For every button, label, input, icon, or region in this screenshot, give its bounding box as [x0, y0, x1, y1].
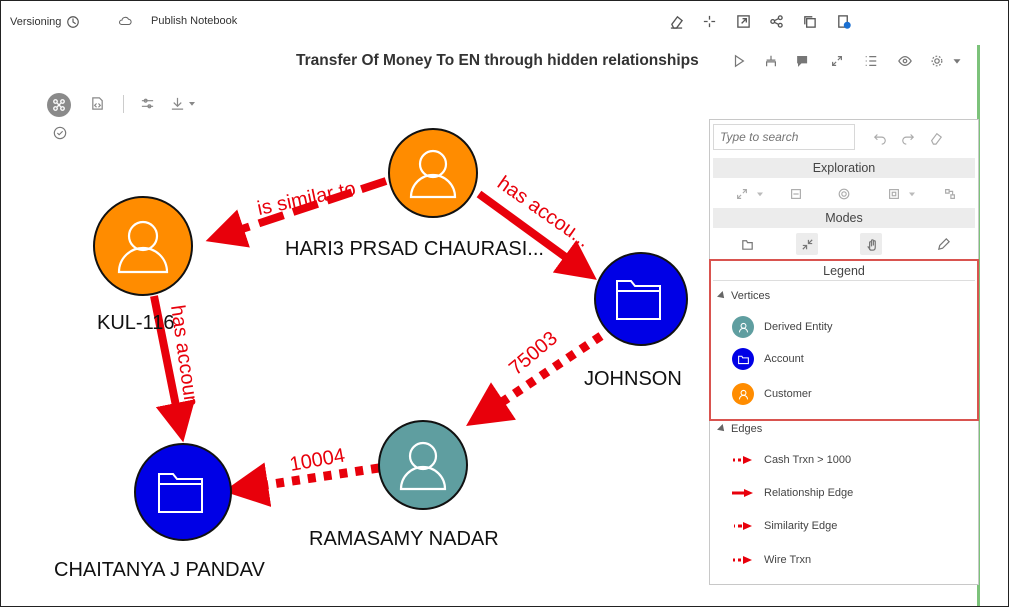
legend-edge-relationship[interactable]: Relationship Edge — [732, 487, 853, 499]
undo-icon[interactable] — [870, 128, 890, 148]
node-label-ramasamy: RAMASAMY NADAR — [309, 528, 499, 550]
legend-edge-similarity[interactable]: Similarity Edge — [732, 520, 837, 532]
search-input[interactable] — [713, 124, 855, 150]
legend-edge-label: Similarity Edge — [764, 520, 838, 532]
expand-chevron-icon[interactable] — [754, 184, 766, 204]
edge-label-is-similar-to: is similar to — [255, 178, 357, 220]
layout-icon[interactable] — [940, 184, 960, 204]
group-chevron-icon[interactable] — [906, 184, 918, 204]
graph-settings-panel: Exploration Modes Legend Vertices Derive… — [709, 119, 979, 585]
node-kul[interactable] — [93, 196, 193, 296]
node-hari[interactable] — [388, 128, 478, 218]
notebook-frame: Versioning Publish Notebook Transfer Of … — [0, 0, 1009, 607]
legend-vertex-account[interactable]: Account — [732, 348, 804, 370]
vertices-group-toggle[interactable]: Vertices — [717, 290, 771, 302]
legend-header: Legend — [823, 264, 865, 278]
expand-nodes-icon[interactable] — [732, 184, 752, 204]
collapse-triangle-icon — [717, 291, 727, 301]
legend-edge-label: Cash Trxn > 1000 — [764, 454, 852, 466]
legend-vertex-label: Derived Entity — [764, 321, 833, 333]
edge-label-amount-10004: 10004 — [288, 445, 347, 476]
node-label-johnson: JOHNSON — [584, 368, 682, 390]
legend-vertex-label: Account — [764, 353, 804, 365]
redo-icon[interactable] — [898, 128, 918, 148]
node-label-kul: KUL-116 — [97, 312, 175, 334]
edges-group-toggle[interactable]: Edges — [717, 423, 763, 435]
legend-edge-wire[interactable]: Wire Trxn — [732, 554, 811, 566]
dotted-arrow-icon — [733, 556, 752, 564]
legend-edge-cash[interactable]: Cash Trxn > 1000 — [732, 454, 851, 466]
legend-vertex-label: Customer — [764, 388, 812, 400]
group-icon[interactable] — [884, 184, 904, 204]
legend-divider — [713, 280, 975, 281]
collapse-mode-icon[interactable] — [796, 233, 818, 255]
person-icon — [732, 316, 754, 338]
collapse-triangle-icon — [717, 424, 727, 434]
node-label-chaitanya: CHAITANYA J PANDAV — [54, 559, 265, 581]
dashed-arrow-icon — [734, 522, 752, 530]
select-mode-icon[interactable] — [736, 233, 758, 255]
pan-mode-icon[interactable] — [860, 233, 882, 255]
node-ramasamy[interactable] — [378, 420, 468, 510]
node-johnson[interactable] — [594, 252, 688, 346]
solid-arrow-icon — [732, 489, 753, 497]
folder-icon — [732, 348, 754, 370]
legend-edge-label: Relationship Edge — [764, 487, 854, 499]
exploration-header: Exploration — [713, 158, 975, 178]
legend-vertex-customer[interactable]: Customer — [732, 383, 812, 405]
dotted-arrow-icon — [733, 456, 752, 464]
legend-edge-label: Wire Trxn — [764, 554, 812, 566]
clear-icon[interactable] — [926, 128, 946, 148]
node-label-hari: HARI3 PRSAD CHAURASI... — [285, 238, 544, 260]
legend-vertex-derived[interactable]: Derived Entity — [732, 316, 832, 338]
collapse-icon[interactable] — [786, 184, 806, 204]
edge-label-amount-75003: 75003 — [505, 327, 562, 380]
vertices-label: Vertices — [731, 290, 771, 302]
edges-label: Edges — [731, 423, 763, 435]
person-icon — [732, 383, 754, 405]
edit-mode-icon[interactable] — [932, 233, 954, 255]
modes-header: Modes — [713, 208, 975, 228]
node-chaitanya[interactable] — [134, 443, 232, 541]
focus-icon[interactable] — [834, 184, 854, 204]
